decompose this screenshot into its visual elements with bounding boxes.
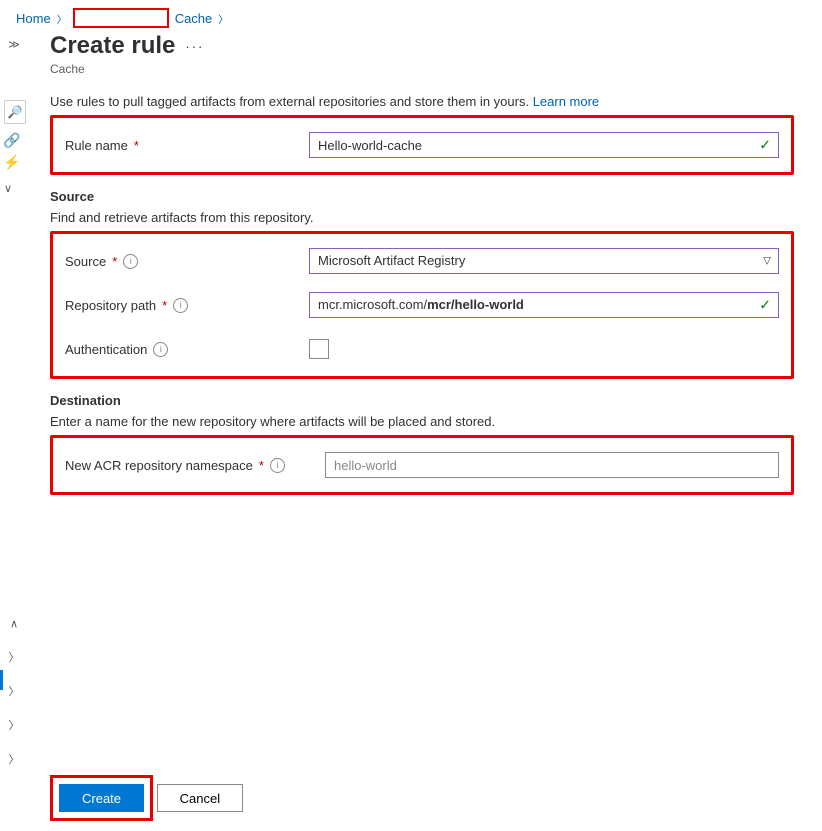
chevron-right-icon: 〉 [57,11,67,26]
highlight-rule-name: Rule name* ✓ [50,115,794,175]
rail-section-chevron-icon[interactable]: ∨ [4,182,30,195]
destination-hint: Enter a name for the new repository wher… [50,414,794,429]
breadcrumb-redacted [73,8,169,28]
authentication-label: Authentication i [65,342,309,357]
expand-rail-icon[interactable]: ≫ [8,38,20,51]
authentication-checkbox[interactable] [309,339,329,359]
info-icon[interactable]: i [173,298,188,313]
info-icon[interactable]: i [123,254,138,269]
namespace-label: New ACR repository namespace* i [65,458,325,473]
rule-name-input[interactable] [309,132,779,158]
breadcrumb-home[interactable]: Home [16,11,51,26]
cancel-button[interactable]: Cancel [157,784,243,812]
breadcrumb-cache[interactable]: Cache [175,11,213,26]
highlight-source: Source* i Microsoft Artifact Registry ▽ … [50,231,794,379]
rail-item-chevron-icon[interactable]: 〉 [9,717,20,733]
info-icon[interactable]: i [270,458,285,473]
rail-item-chevron-icon[interactable]: 〉 [9,751,20,767]
highlight-create: Create [50,775,153,821]
destination-heading: Destination [50,393,794,408]
rail-icon-2[interactable]: ⚡ [4,154,20,170]
rail-icon-1[interactable]: 🔗 [4,132,20,148]
rail-section-chevron-icon[interactable]: ∨ [10,618,18,631]
search-icon[interactable]: 🔎 [4,100,26,124]
source-hint: Find and retrieve artifacts from this re… [50,210,794,225]
namespace-input[interactable] [325,452,779,478]
highlight-destination: New ACR repository namespace* i [50,435,794,495]
rule-name-label: Rule name* [65,138,309,153]
page-description: Use rules to pull tagged artifacts from … [50,94,794,109]
rail-item-chevron-icon[interactable]: 〉 [9,683,20,699]
left-rail: ≫ 🔎 🔗 ⚡ ∨ ∨ 〉 〉 〉 〉 [0,30,28,831]
page-subtitle: Cache [50,62,794,76]
repository-path-input[interactable]: mcr.microsoft.com/mcr/hello-world [309,292,779,318]
source-label: Source* i [65,254,309,269]
page-title: Create rule [50,32,175,60]
learn-more-link[interactable]: Learn more [533,94,599,109]
source-heading: Source [50,189,794,204]
more-actions-button[interactable]: ··· [185,39,204,54]
source-select[interactable]: Microsoft Artifact Registry [309,248,779,274]
info-icon[interactable]: i [153,342,168,357]
create-button[interactable]: Create [59,784,144,812]
repository-path-label: Repository path* i [65,298,309,313]
rail-item-chevron-icon[interactable]: 〉 [9,649,20,665]
chevron-right-icon: 〉 [218,11,228,26]
breadcrumb: Home 〉 Cache 〉 [0,0,822,30]
